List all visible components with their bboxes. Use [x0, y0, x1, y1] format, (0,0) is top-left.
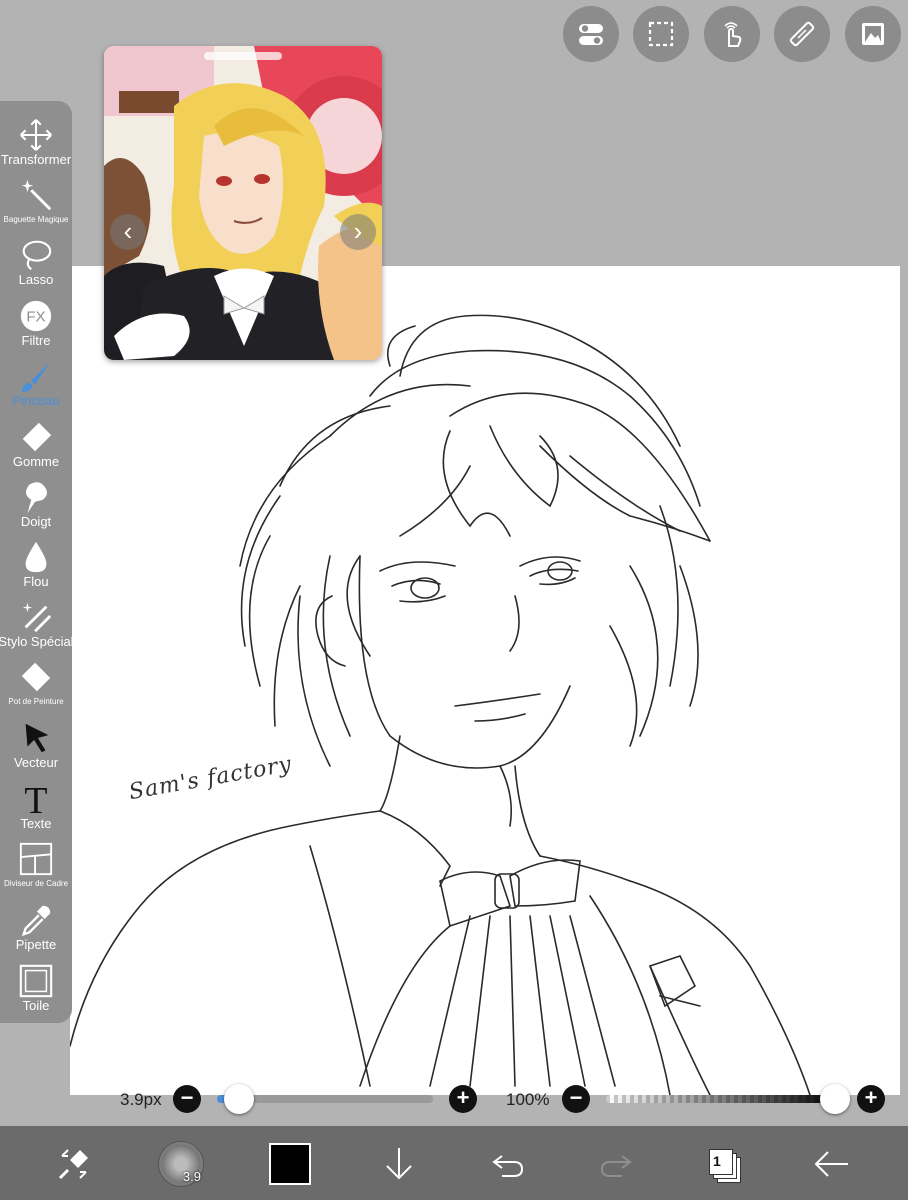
download-button[interactable] — [375, 1140, 423, 1188]
arrow-left-icon — [814, 1151, 848, 1177]
redo-icon — [600, 1155, 632, 1177]
brush-tip-preview: 3.9 — [158, 1141, 204, 1187]
redo-button[interactable] — [592, 1140, 640, 1188]
current-color-swatch — [269, 1143, 311, 1185]
bottom-toolbar: 3.9 1 — [0, 1126, 908, 1200]
magic-wand-icon — [21, 179, 52, 211]
color-picker-button[interactable] — [266, 1140, 314, 1188]
tool-filter[interactable]: FX Filtre — [0, 288, 72, 348]
toggle-button[interactable] — [563, 6, 619, 62]
gesture-icon — [724, 22, 742, 47]
opacity-knob[interactable] — [820, 1084, 850, 1114]
layers-icon: 1 — [709, 1149, 741, 1183]
opacity-minus-button[interactable]: − — [562, 1085, 590, 1113]
reference-image-button[interactable] — [845, 6, 901, 62]
reference-prev-button[interactable]: ‹ — [110, 214, 146, 250]
drawing-canvas[interactable]: Sam's factory — [70, 266, 900, 1095]
brush-eraser-swap-icon — [58, 1149, 88, 1180]
tool-blur[interactable]: Flou — [0, 529, 72, 589]
frame-divider-icon — [19, 842, 53, 876]
tool-transformer[interactable]: Transformer — [0, 107, 72, 167]
svg-text:T: T — [24, 781, 47, 817]
special-pen-icon — [22, 602, 52, 633]
tool-canvas[interactable]: Toile — [0, 953, 72, 1013]
tool-vector[interactable]: Vecteur — [0, 710, 72, 770]
opacity-track[interactable] — [606, 1095, 842, 1103]
reference-image-window[interactable]: ‹ › — [104, 46, 382, 360]
ruler-button[interactable] — [774, 6, 830, 62]
opacity-plus-button[interactable]: + — [857, 1085, 885, 1113]
eyedropper-icon — [21, 905, 51, 937]
brush-size-preview-button[interactable]: 3.9 — [157, 1140, 205, 1188]
reference-image-icon — [862, 23, 884, 45]
tool-magic-wand[interactable]: Baguette Magique — [0, 167, 72, 227]
text-icon: T — [24, 781, 47, 817]
quick-swap-button[interactable] — [50, 1140, 98, 1188]
tool-text[interactable]: T Texte — [0, 771, 72, 831]
eraser-icon — [22, 422, 52, 452]
gesture-button[interactable] — [704, 6, 760, 62]
tool-brush[interactable]: Pinceau — [0, 348, 72, 408]
brush-icon — [21, 361, 51, 393]
brush-size-knob[interactable] — [224, 1084, 254, 1114]
selection-button[interactable] — [633, 6, 689, 62]
line-art-drawing — [70, 314, 811, 1095]
ruler-icon — [789, 21, 815, 47]
selection-icon — [648, 21, 674, 47]
canvas-icon — [19, 964, 53, 998]
tool-eyedropper[interactable]: Pipette — [0, 892, 72, 952]
reference-next-button[interactable]: › — [340, 214, 376, 250]
smudge-icon — [26, 482, 47, 514]
brush-size-minus-button[interactable]: − — [173, 1085, 201, 1113]
tool-eraser[interactable]: Gomme — [0, 409, 72, 469]
vector-cursor-icon — [25, 723, 49, 753]
undo-icon — [492, 1155, 524, 1177]
fx-icon: FX — [20, 300, 52, 332]
tool-sidebar: Transformer Baguette Magique Lasso FX Fi… — [0, 101, 74, 1023]
tool-special-pen[interactable]: Stylo Spécial — [0, 589, 74, 649]
undo-button[interactable] — [484, 1140, 532, 1188]
brush-size-value: 3.9px — [120, 1090, 162, 1109]
toggle-icon — [579, 24, 603, 45]
brush-size-plus-button[interactable]: + — [449, 1085, 477, 1113]
tool-paint-bucket[interactable]: Pot de Peinture — [0, 649, 72, 709]
opacity-value: 100% — [506, 1090, 550, 1109]
lasso-icon — [22, 240, 52, 271]
svg-text:FX: FX — [26, 309, 45, 326]
arrow-down-icon — [386, 1148, 412, 1180]
tool-smudge[interactable]: Doigt — [0, 469, 72, 529]
back-button[interactable] — [808, 1140, 856, 1188]
paint-bucket-icon — [21, 662, 51, 692]
tool-frame-divider[interactable]: Diviseur de Cadre — [0, 831, 72, 891]
reference-illustration — [104, 46, 382, 360]
tool-lasso[interactable]: Lasso — [0, 227, 72, 287]
reference-drag-handle[interactable] — [204, 52, 282, 60]
blur-drop-icon — [25, 541, 47, 573]
move-icon — [20, 119, 52, 151]
layers-button[interactable]: 1 — [700, 1140, 748, 1188]
